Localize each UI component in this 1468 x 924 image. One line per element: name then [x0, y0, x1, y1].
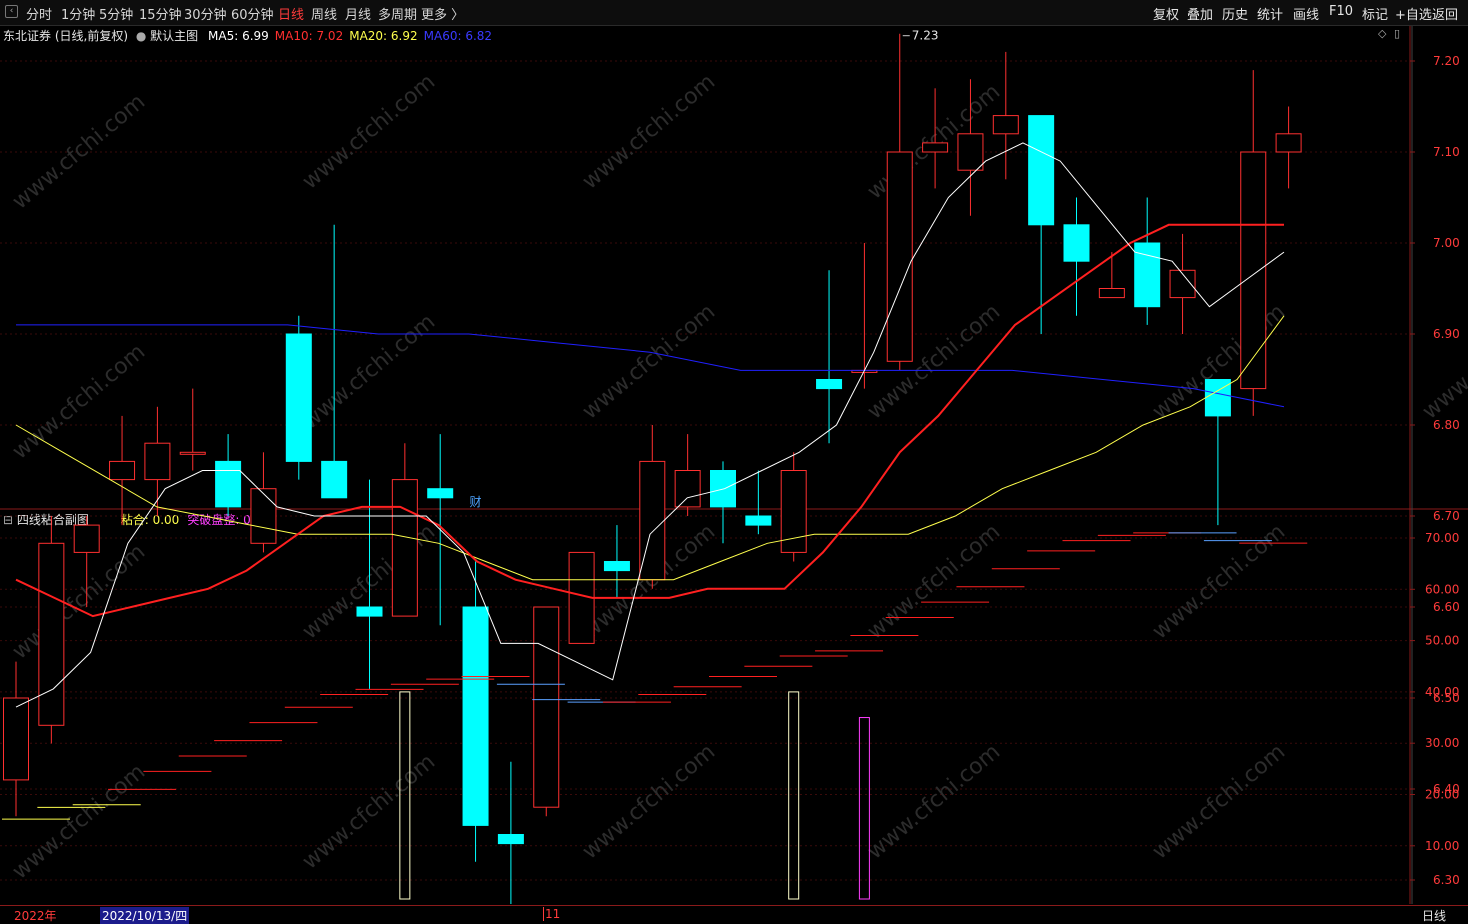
tool-button-6[interactable]: 标记 [1362, 4, 1388, 23]
candle-body [462, 606, 489, 826]
period-tab-7[interactable]: 周线 [311, 4, 337, 23]
candle-body [1063, 224, 1090, 262]
year-label: 2022年 [14, 909, 57, 923]
candle-body [321, 460, 348, 499]
watermark-text: www.cfchi.com [1148, 519, 1290, 644]
watermark-text: www.cfchi.com [8, 539, 150, 664]
candle-body [992, 115, 1019, 135]
watermark-text: www.cfchi.com [1148, 739, 1290, 864]
candle-body [1275, 133, 1302, 153]
watermark-text: www.cfchi.com [8, 339, 150, 464]
sub-signal-bar [858, 717, 870, 900]
watermark-text: www.cfchi.com [578, 69, 720, 194]
candle-body [179, 451, 206, 455]
period-label: 日线 [1422, 909, 1447, 923]
tool-button-1[interactable]: 叠加 [1187, 4, 1213, 23]
candle-body [1240, 151, 1267, 390]
candle-body [144, 442, 171, 481]
sub-tick-label: 30.00 [1425, 736, 1459, 750]
sub-signal-bar [788, 691, 800, 900]
date-axis: 2022年 2022/10/13/四 11 日线 [0, 905, 1468, 924]
period-tab-10[interactable]: 更多 〉 [421, 4, 464, 23]
month-mark: 11 [543, 907, 561, 921]
back-icon[interactable]: ‹ [5, 5, 18, 18]
candle-body [603, 561, 630, 572]
period-tab-0[interactable]: 分时 [26, 4, 52, 23]
period-tab-6[interactable]: 日线 [278, 4, 304, 23]
sub-tick-label: 60.00 [1425, 582, 1459, 596]
price-tick-label: 6.80 [1433, 418, 1460, 432]
watermark-text: www.cfchi.com [8, 759, 150, 884]
candle-body [639, 460, 666, 581]
candle-body [1028, 115, 1055, 226]
tool-button-5[interactable]: F10 [1329, 4, 1353, 19]
period-toolbar: ‹ 分时 1分钟 5分钟 15分钟 30分钟 60分钟 日线 周线 月线 多周期 更多 〉 复权 叠加… [0, 0, 1468, 26]
candle-body [922, 142, 949, 153]
period-tab-3[interactable]: 15分钟 [139, 4, 182, 23]
high-label: 7.23 [912, 29, 939, 43]
tool-button-8[interactable]: 返回 [1432, 4, 1458, 23]
watermark-text: www.cfchi.com [8, 89, 150, 214]
tool-button-2[interactable]: 历史 [1222, 4, 1248, 23]
tool-button-0[interactable]: 复权 [1153, 4, 1179, 23]
finance-marker: 财 [470, 495, 482, 509]
candle-body [356, 606, 383, 617]
candle-body [745, 515, 772, 526]
candle-body [73, 524, 100, 553]
candle-body [674, 470, 701, 508]
sub-tick-label: 50.00 [1425, 634, 1459, 648]
tool-button-4[interactable]: 画线 [1293, 4, 1319, 23]
candle-body [109, 460, 136, 481]
watermark-text: www.cfchi.com [1418, 299, 1468, 424]
watermark-text: www.cfchi.com [298, 69, 440, 194]
candle-body [215, 460, 242, 508]
price-tick-label: 7.00 [1433, 236, 1460, 250]
candle-body [886, 151, 913, 362]
candle-body [497, 834, 524, 845]
tool-button-7[interactable]: +自选 [1395, 4, 1432, 23]
price-tick-label: 6.30 [1433, 873, 1460, 887]
sub-tick-label: 10.00 [1425, 839, 1459, 853]
candle-body [957, 133, 984, 171]
price-tick-label: 6.90 [1433, 327, 1460, 341]
sub-tick-label: 20.00 [1425, 788, 1459, 802]
sub-tick-label: 70.00 [1425, 531, 1459, 545]
period-tab-2[interactable]: 5分钟 [99, 4, 133, 23]
price-tick-label: 7.10 [1433, 145, 1460, 159]
candle-body [427, 488, 454, 499]
period-tab-1[interactable]: 1分钟 [61, 4, 95, 23]
candle-body [533, 606, 560, 808]
period-tab-8[interactable]: 月线 [345, 4, 371, 23]
candle-body [250, 488, 277, 544]
period-tab-4[interactable]: 30分钟 [184, 4, 227, 23]
candle-body [816, 379, 843, 390]
period-tab-9[interactable]: 多周期 [378, 4, 417, 23]
price-tick-label: 7.20 [1433, 54, 1460, 68]
watermark-text: www.cfchi.com [863, 79, 1005, 204]
candle-body [391, 479, 418, 617]
tool-button-3[interactable]: 统计 [1257, 4, 1283, 23]
candle-body [1098, 288, 1125, 299]
price-tick-label: 6.60 [1433, 600, 1460, 614]
watermark-text: www.cfchi.com [578, 739, 720, 864]
watermark-text: www.cfchi.com [298, 749, 440, 874]
candle-body [285, 333, 312, 462]
candle-body [38, 542, 65, 726]
cursor-date: 2022/10/13/四 [100, 907, 190, 924]
watermark-text: www.cfchi.com [298, 519, 440, 644]
watermark-text: www.cfchi.com [863, 739, 1005, 864]
watermark-text: www.cfchi.com [863, 519, 1005, 644]
period-tab-5[interactable]: 60分钟 [231, 4, 274, 23]
sub-tick-label: 40.00 [1425, 685, 1459, 699]
candle-body [3, 697, 29, 781]
price-tick-label: 6.70 [1433, 509, 1460, 523]
kline-chart[interactable]: www.cfchi.com www.cfchi.com www.cfchi.com w… [0, 26, 1468, 904]
